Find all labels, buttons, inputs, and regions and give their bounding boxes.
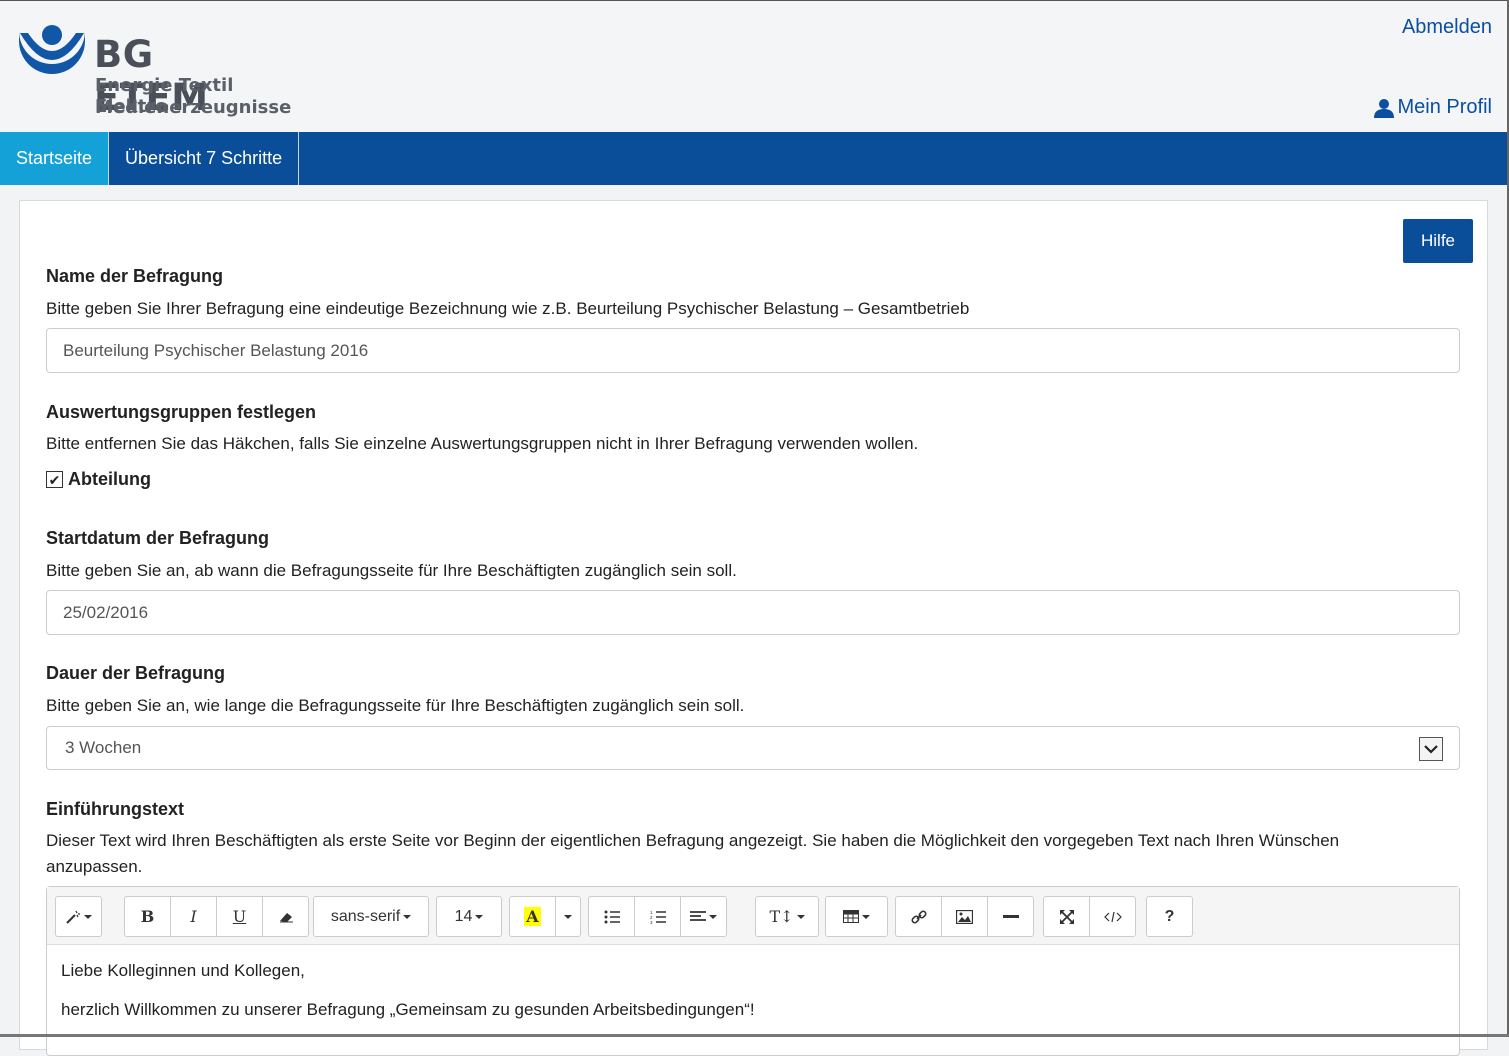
font-size-value: 14 — [454, 907, 473, 925]
tab-startseite[interactable]: Startseite — [0, 132, 110, 185]
intro-text-title: Einführungstext — [46, 799, 184, 819]
intro-text-description-line2: anzupassen. — [46, 857, 143, 876]
duration-select-value: 3 Wochen — [65, 738, 142, 757]
code-view-icon[interactable] — [1089, 896, 1136, 937]
start-date-title: Startdatum der Befragung — [46, 528, 270, 548]
italic-icon[interactable]: I — [170, 896, 217, 937]
table-icon[interactable] — [825, 896, 888, 937]
image-icon[interactable] — [941, 896, 988, 937]
start-date-description: Bitte geben Sie an, ab wann die Befragun… — [46, 561, 737, 580]
survey-name-input[interactable]: Beurteilung Psychischer Belastung 2016 — [46, 328, 1460, 373]
underline-icon[interactable]: U — [216, 896, 263, 937]
editor-content[interactable]: Liebe Kolleginnen und Kollegen, herzlich… — [47, 945, 1459, 1055]
font-family-value: sans-serif — [330, 907, 401, 925]
site-header: BG ETEM Energie Textil Elektro Medienerz… — [0, 1, 1507, 132]
logo-subtitle-line2: Medienerzeugnisse — [95, 97, 292, 118]
font-size-dropdown[interactable]: 14 — [436, 896, 502, 937]
main-nav: Startseite Übersicht 7 Schritte — [0, 132, 1507, 185]
survey-name-description: Bitte geben Sie Ihrer Befragung eine ein… — [46, 299, 970, 318]
editor-toolbar: B I U sans-serif 14 A 1 2 3 T↕ ? — [47, 887, 1459, 945]
intro-text-description-line1: Dieser Text wird Ihren Beschäftigten als… — [46, 831, 1340, 850]
line-height-icon[interactable]: T↕ — [755, 896, 819, 937]
survey-name-title: Name der Befragung — [46, 266, 224, 286]
fullscreen-icon[interactable] — [1043, 896, 1090, 937]
survey-settings-panel: Hilfe Name der Befragung Bitte geben Sie… — [19, 200, 1488, 1056]
bg-etem-logo-icon — [19, 25, 85, 74]
abteilung-checkbox[interactable]: ✔ — [46, 471, 63, 488]
text-color-icon[interactable]: A — [509, 896, 556, 937]
abteilung-checkbox-row: ✔ Abteilung — [46, 469, 151, 490]
tab-uebersicht-7-schritte[interactable]: Übersicht 7 Schritte — [109, 132, 300, 185]
horizontal-rule-icon[interactable] — [987, 896, 1034, 937]
chevron-down-icon[interactable] — [1419, 737, 1443, 761]
magic-wand-icon[interactable] — [55, 896, 102, 937]
editor-paragraph: Liebe Kolleginnen und Kollegen, — [61, 961, 305, 980]
bg-etem-logo[interactable]: BG ETEM Energie Textil Elektro Medienerz… — [18, 25, 291, 125]
rich-text-editor: B I U sans-serif 14 A 1 2 3 T↕ ? Liebe K… — [46, 886, 1460, 1056]
evaluation-groups-description: Bitte entfernen Sie das Häkchen, falls S… — [46, 434, 919, 453]
link-icon[interactable] — [895, 896, 942, 937]
duration-title: Dauer der Befragung — [46, 663, 226, 683]
svg-text:3: 3 — [650, 920, 653, 924]
duration-select[interactable]: 3 Wochen — [46, 726, 1460, 770]
profile-link-label: Mein Profil — [1397, 96, 1492, 118]
text-color-dropdown-icon[interactable] — [555, 896, 581, 937]
bold-icon[interactable]: B — [124, 896, 171, 937]
user-icon — [1373, 98, 1394, 118]
bullet-list-icon[interactable] — [588, 896, 635, 937]
font-family-dropdown[interactable]: sans-serif — [313, 896, 429, 937]
paragraph-align-icon[interactable] — [680, 896, 727, 937]
numbered-list-icon[interactable]: 123 — [634, 896, 681, 937]
duration-description: Bitte geben Sie an, wie lange die Befrag… — [46, 696, 745, 715]
editor-paragraph: herzlich Willkommen zu unserer Befragung… — [61, 1000, 755, 1019]
abteilung-checkbox-label: Abteilung — [68, 469, 151, 489]
start-date-input[interactable]: 25/02/2016 — [46, 590, 1460, 635]
help-button[interactable]: Hilfe — [1403, 219, 1473, 263]
evaluation-groups-title: Auswertungsgruppen festlegen — [46, 402, 317, 422]
logout-link[interactable]: Abmelden — [1402, 16, 1492, 39]
profile-link[interactable]: Mein Profil — [1373, 96, 1492, 119]
help-question-icon[interactable]: ? — [1146, 896, 1193, 937]
eraser-icon[interactable] — [262, 896, 309, 937]
